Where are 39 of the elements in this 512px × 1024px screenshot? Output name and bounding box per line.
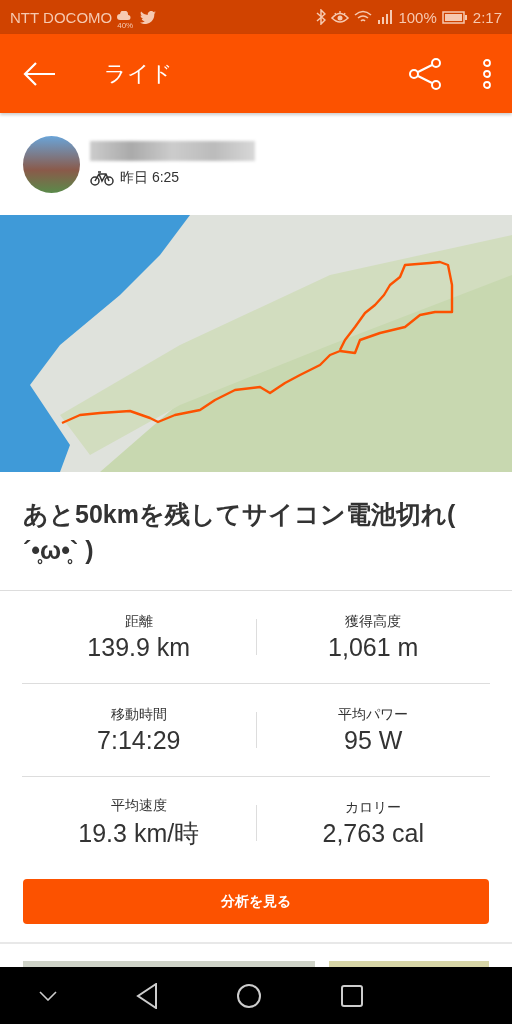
- back-button[interactable]: [22, 60, 56, 87]
- battery-percent: 100%: [398, 8, 437, 26]
- more-vertical-icon: [482, 58, 492, 89]
- activity-date: 昨日 6:25: [120, 169, 180, 187]
- battery-icon: [441, 10, 468, 24]
- bluetooth-icon: [316, 9, 327, 25]
- stat-value: 95 W: [344, 725, 403, 755]
- stat-value: 2,763 cal: [322, 818, 424, 848]
- stat-value: 7:14:29: [97, 725, 181, 755]
- back-icon[interactable]: [135, 982, 158, 1009]
- carrier-name: NTT DOCOMO: [10, 8, 113, 26]
- bird-icon: [140, 10, 157, 24]
- share-icon: [408, 56, 442, 91]
- stat-value: 139.9 km: [87, 632, 191, 662]
- chevron-down-icon[interactable]: [39, 990, 58, 1001]
- clock-time: 2:17: [472, 8, 502, 26]
- stat-value: 19.3 km/時: [78, 817, 200, 849]
- eye-icon: [331, 10, 350, 24]
- stat-label: 獲得高度: [345, 612, 402, 631]
- cloud-icon: [117, 11, 132, 21]
- stat-label: カロリー: [345, 798, 402, 817]
- avatar-placeholder[interactable]: [23, 135, 80, 193]
- page-title: ライド: [104, 59, 174, 88]
- share-button[interactable]: [408, 56, 442, 91]
- back-arrow-icon: [22, 60, 56, 87]
- weather-percent: 40%: [117, 22, 134, 30]
- recent-apps-icon[interactable]: [340, 984, 363, 1007]
- stat-label: 距離: [124, 612, 153, 631]
- bicycle-icon: [90, 170, 114, 186]
- stat-value: 1,061 m: [328, 632, 419, 662]
- signal-icon: [377, 10, 394, 24]
- more-options-button[interactable]: [482, 58, 492, 89]
- view-analysis-button[interactable]: 分析を見る: [23, 879, 489, 924]
- wifi-icon: [354, 10, 373, 24]
- stat-label: 平均速度: [110, 796, 167, 815]
- activity-title: あと50kmを残してサイコン電池切れ( ´•̥ω•̥` ): [23, 499, 457, 566]
- stat-label: 平均パワー: [338, 705, 409, 724]
- stat-label: 移動時間: [110, 705, 167, 724]
- home-icon[interactable]: [236, 982, 263, 1009]
